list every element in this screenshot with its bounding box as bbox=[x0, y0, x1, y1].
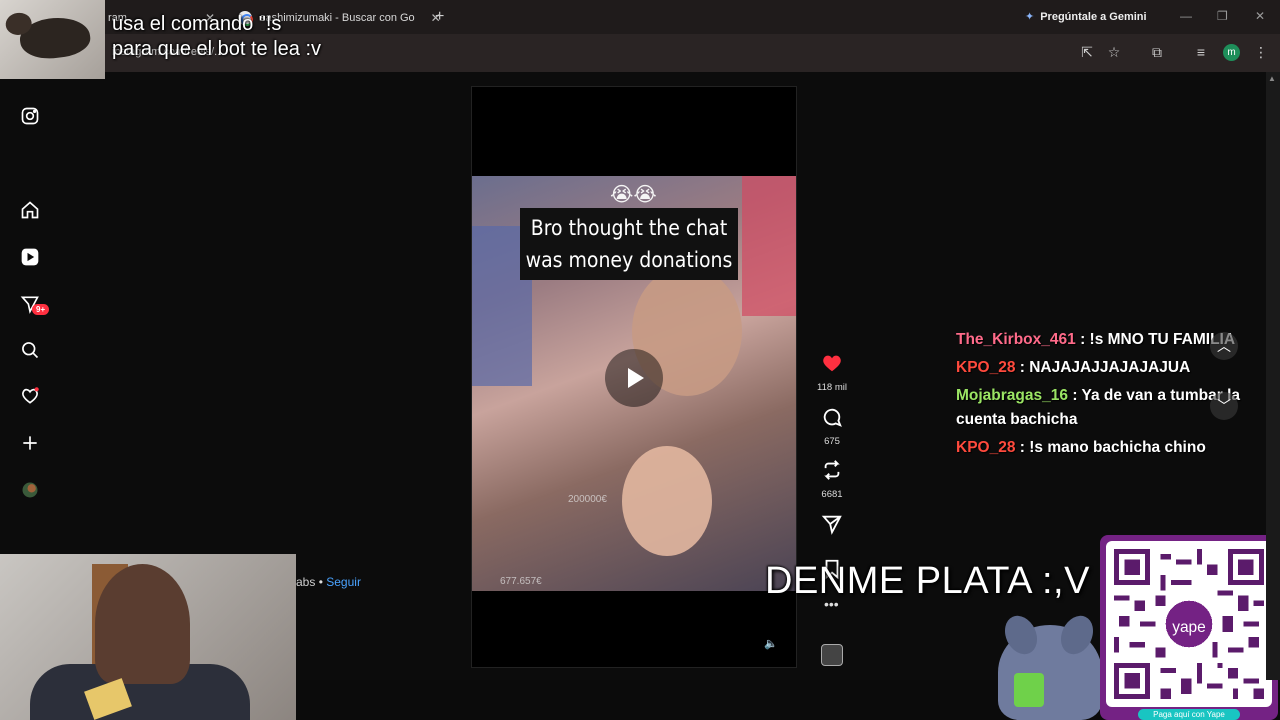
tts-instruction-line2: para que el bot te lea :v bbox=[112, 38, 322, 60]
chat-message: KPO_28 : !s mano bachicha chino bbox=[956, 436, 1246, 460]
chat-message: Mojabragas_16 : Ya de van a tumbar la cu… bbox=[956, 384, 1246, 432]
crying-emoji: 😭😭 bbox=[610, 184, 657, 206]
stream-chat: The_Kirbox_461 : !s MNO TU FAMILIA KPO_2… bbox=[956, 328, 1246, 464]
search-icon[interactable] bbox=[20, 340, 40, 360]
chat-username: KPO_28 bbox=[956, 439, 1016, 456]
maximize-icon[interactable]: ❐ bbox=[1217, 9, 1228, 23]
author-name[interactable]: abs bbox=[296, 575, 315, 589]
messages-badge: 9+ bbox=[32, 304, 50, 315]
meme-caption: Bro thought the chat was money donations bbox=[520, 208, 738, 280]
install-app-icon[interactable]: ⇱ bbox=[1078, 43, 1096, 61]
video-figure bbox=[622, 446, 712, 556]
minimize-icon[interactable]: — bbox=[1180, 9, 1192, 23]
share-icon bbox=[821, 515, 842, 535]
audio-track-thumbnail[interactable] bbox=[821, 644, 843, 666]
chat-text: : !s mano bachicha chino bbox=[1019, 439, 1206, 456]
streamer-webcam bbox=[0, 554, 296, 720]
gemini-label: Pregúntale a Gemini bbox=[1040, 10, 1147, 23]
mascot-character bbox=[998, 610, 1102, 720]
yape-qr-panel: yape bbox=[1100, 535, 1278, 720]
comment-icon bbox=[823, 408, 842, 427]
close-window-icon[interactable]: ✕ bbox=[1255, 9, 1265, 23]
dog-image-overlay bbox=[0, 0, 105, 79]
repost-button[interactable]: 6681 bbox=[812, 459, 852, 500]
tts-instruction-overlay: usa el comando "!s para que el bot te le… bbox=[112, 12, 321, 62]
play-button[interactable] bbox=[605, 349, 663, 407]
share-button[interactable] bbox=[812, 513, 852, 540]
comment-button[interactable]: 675 bbox=[812, 406, 852, 447]
reels-icon[interactable] bbox=[20, 247, 40, 267]
donation-amount: 200000€ bbox=[568, 494, 607, 505]
extensions-icon[interactable]: ⧉ bbox=[1148, 43, 1166, 61]
chat-message: The_Kirbox_461 : !s MNO TU FAMILIA bbox=[956, 328, 1246, 352]
like-count: 118 mil bbox=[817, 382, 847, 393]
donation-overlay-text: DENME PLATA :,V bbox=[765, 560, 1090, 602]
ask-gemini-button[interactable]: ✦ Pregúntale a Gemini bbox=[1025, 10, 1147, 24]
repost-count: 6681 bbox=[821, 489, 843, 500]
next-reel-chevron-down-icon[interactable]: ﹀ bbox=[1210, 392, 1238, 420]
chat-text: : NAJAJAJJAJAJAJUA bbox=[1019, 359, 1191, 376]
like-button[interactable]: 118 mil bbox=[812, 352, 852, 393]
instagram-logo-icon[interactable] bbox=[20, 106, 40, 126]
media-control-icon[interactable]: ≡ bbox=[1192, 43, 1210, 61]
reel-author-line: abs • Seguir bbox=[296, 575, 361, 589]
home-icon[interactable] bbox=[20, 200, 40, 220]
chat-message: KPO_28 : NAJAJAJJAJAJAJUA bbox=[956, 356, 1246, 380]
yape-qr-code: yape bbox=[1106, 541, 1272, 707]
dog-figure bbox=[17, 13, 93, 63]
mascot-cup bbox=[1014, 673, 1044, 707]
new-tab-icon[interactable]: + bbox=[435, 8, 444, 26]
previous-reel-chevron-up-icon[interactable]: ︿ bbox=[1210, 332, 1238, 360]
yape-logo-text: yape bbox=[1172, 619, 1206, 636]
yape-pay-label: Paga aquí con Yape bbox=[1138, 709, 1240, 720]
chat-username: Mojabragas_16 bbox=[956, 387, 1068, 404]
page-scrollbar[interactable] bbox=[1266, 72, 1280, 680]
tts-instruction-line1: usa el comando "!s bbox=[112, 13, 282, 35]
webcam-person-head bbox=[95, 564, 190, 684]
chat-username: KPO_28 bbox=[956, 359, 1016, 376]
profile-avatar-icon[interactable] bbox=[20, 480, 40, 500]
donation-total: 677.657€ bbox=[500, 576, 542, 587]
audio-icon[interactable]: 🔈 bbox=[762, 635, 780, 653]
separator-dot: • bbox=[318, 575, 323, 589]
reel-video[interactable]: 😭😭 Bro thought the chat was money donati… bbox=[471, 86, 797, 668]
gemini-sparkle-icon: ✦ bbox=[1025, 11, 1035, 23]
notifications-heart-icon[interactable] bbox=[20, 386, 40, 406]
heart-filled-icon bbox=[823, 355, 841, 372]
video-figure bbox=[742, 176, 796, 316]
scroll-up-arrow-icon[interactable]: ▲ bbox=[1268, 74, 1276, 83]
qr-code-icon: yape bbox=[1114, 549, 1264, 699]
chat-username: The_Kirbox_461 bbox=[956, 331, 1076, 348]
profile-avatar[interactable]: m bbox=[1223, 44, 1240, 61]
comment-count: 675 bbox=[824, 436, 840, 447]
browser-menu-icon[interactable]: ⋮ bbox=[1252, 43, 1270, 61]
create-plus-icon[interactable] bbox=[20, 433, 40, 453]
follow-button[interactable]: Seguir bbox=[326, 575, 361, 589]
bookmark-star-icon[interactable]: ☆ bbox=[1105, 43, 1123, 61]
repost-icon bbox=[824, 460, 840, 480]
